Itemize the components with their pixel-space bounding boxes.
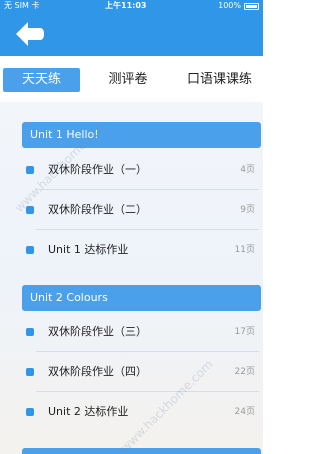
- item-pages: 22页: [234, 367, 255, 377]
- item-pages: 11页: [234, 245, 255, 255]
- tab-daily-practice[interactable]: 天天练: [3, 68, 80, 92]
- item-title: 双休阶段作业（一）: [48, 163, 147, 176]
- item-title: Unit 1 达标作业: [48, 243, 129, 256]
- list-item[interactable]: 双休阶段作业（二） 9页: [22, 190, 259, 230]
- list-item[interactable]: Unit 1 达标作业 11页: [22, 230, 259, 270]
- item-title: 双休阶段作业（四）: [48, 365, 147, 378]
- tab-assessment[interactable]: 测评卷: [96, 68, 160, 92]
- item-pages: 9页: [240, 205, 255, 215]
- section-header-unit-2: Unit 2 Colours: [22, 285, 261, 311]
- list-item[interactable]: Unit 2 达标作业 24页: [22, 392, 259, 432]
- bullet-icon: [26, 408, 34, 416]
- bullet-icon: [26, 368, 34, 376]
- back-button[interactable]: [14, 19, 46, 49]
- bullet-icon: [26, 246, 34, 254]
- list-item[interactable]: 双休阶段作业（四） 22页: [22, 352, 259, 392]
- nav-bar: [0, 12, 263, 56]
- item-title: 双休阶段作业（二）: [48, 203, 147, 216]
- back-arrow-icon: [16, 22, 44, 46]
- item-title: 双休阶段作业（三）: [48, 325, 147, 338]
- status-bar: 无 SIM 卡 上午11:03 100%: [0, 0, 263, 12]
- list-item[interactable]: 双休阶段作业（三） 17页: [22, 312, 259, 352]
- item-pages: 17页: [234, 327, 255, 337]
- list-item[interactable]: 双休阶段作业（一） 4页: [22, 150, 259, 190]
- status-time: 上午11:03: [105, 1, 147, 10]
- bullet-icon: [26, 166, 34, 174]
- item-pages: 4页: [240, 165, 255, 175]
- carrier-label: 无 SIM 卡: [4, 1, 40, 10]
- battery-icon: [244, 3, 259, 10]
- bullet-icon: [26, 206, 34, 214]
- section-header-next: [22, 448, 261, 454]
- item-title: Unit 2 达标作业: [48, 405, 129, 418]
- item-pages: 24页: [234, 407, 255, 417]
- bullet-icon: [26, 328, 34, 336]
- battery-percent: 100%: [218, 1, 241, 10]
- tab-oral-practice[interactable]: 口语课课练: [176, 68, 263, 92]
- tab-bar: 天天练 测评卷 口语课课练: [0, 56, 263, 102]
- section-header-unit-1: Unit 1 Hello!: [22, 122, 261, 148]
